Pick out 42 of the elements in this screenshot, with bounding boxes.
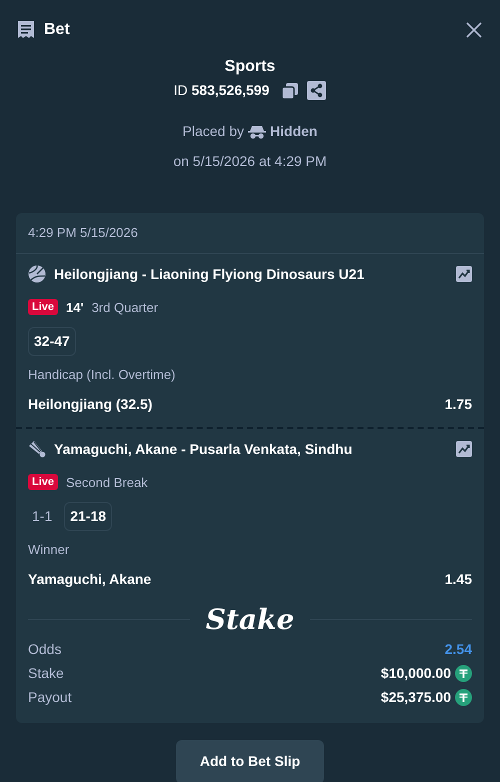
receipt-icon: [16, 20, 36, 40]
score-badge: 32-47: [28, 327, 76, 356]
market-name: Handicap (Incl. Overtime): [28, 366, 176, 384]
add-to-bet-slip-button[interactable]: Add to Bet Slip: [176, 740, 324, 782]
match-minute: 14': [66, 298, 84, 316]
dialog-title: Bet: [44, 20, 70, 40]
total-odds: 2.54: [444, 640, 472, 658]
total-label: Stake: [28, 664, 65, 682]
score-badge: 21-18: [64, 502, 112, 531]
selection-name: Yamaguchi, Akane: [28, 570, 152, 589]
tether-coin-icon: [455, 688, 472, 706]
event-name: Yamaguchi, Akane - Pusarla Venkata, Sindhu: [54, 440, 354, 459]
stats-icon[interactable]: [456, 266, 472, 282]
selection-name: Heilongjiang (32.5): [28, 394, 154, 414]
brand-logo: Stake: [206, 604, 294, 636]
match-period: 3rd Quarter: [92, 298, 158, 316]
bet-category: Sports: [224, 57, 276, 77]
user-name: Hidden: [270, 122, 318, 141]
close-button[interactable]: [464, 20, 484, 40]
placed-by-label: Placed by: [182, 122, 244, 141]
total-label: Payout: [28, 688, 73, 707]
selection-odds: 1.45: [444, 570, 472, 588]
stats-icon[interactable]: [456, 441, 472, 457]
selection-odds: 1.75: [444, 394, 472, 414]
card-timestamp: 4:29 PM 5/15/2026: [16, 213, 484, 254]
set-score: 1-1: [31, 507, 54, 526]
shuttlecock-icon: [28, 440, 46, 458]
live-badge: Live: [28, 474, 58, 490]
total-label: Odds: [28, 640, 62, 658]
event-name: Heilongjiang - Liaoning Flyiong Dinosaurs U21: [54, 264, 366, 284]
live-badge: Live: [28, 299, 58, 316]
amount: $10,000.00: [380, 664, 451, 682]
tether-coin-icon: [455, 664, 472, 682]
market-name: Winner: [28, 541, 70, 559]
share-icon[interactable]: [307, 81, 326, 100]
amount: $25,375.00: [380, 688, 451, 706]
bet-id: ID 583,526,599: [174, 81, 270, 100]
placed-date: on 5/15/2026 at 4:29 PM: [173, 152, 327, 171]
copy-icon[interactable]: [281, 82, 300, 100]
incognito-icon: [248, 124, 266, 138]
match-period: Second Break: [66, 474, 148, 492]
basketball-icon: [28, 265, 46, 283]
